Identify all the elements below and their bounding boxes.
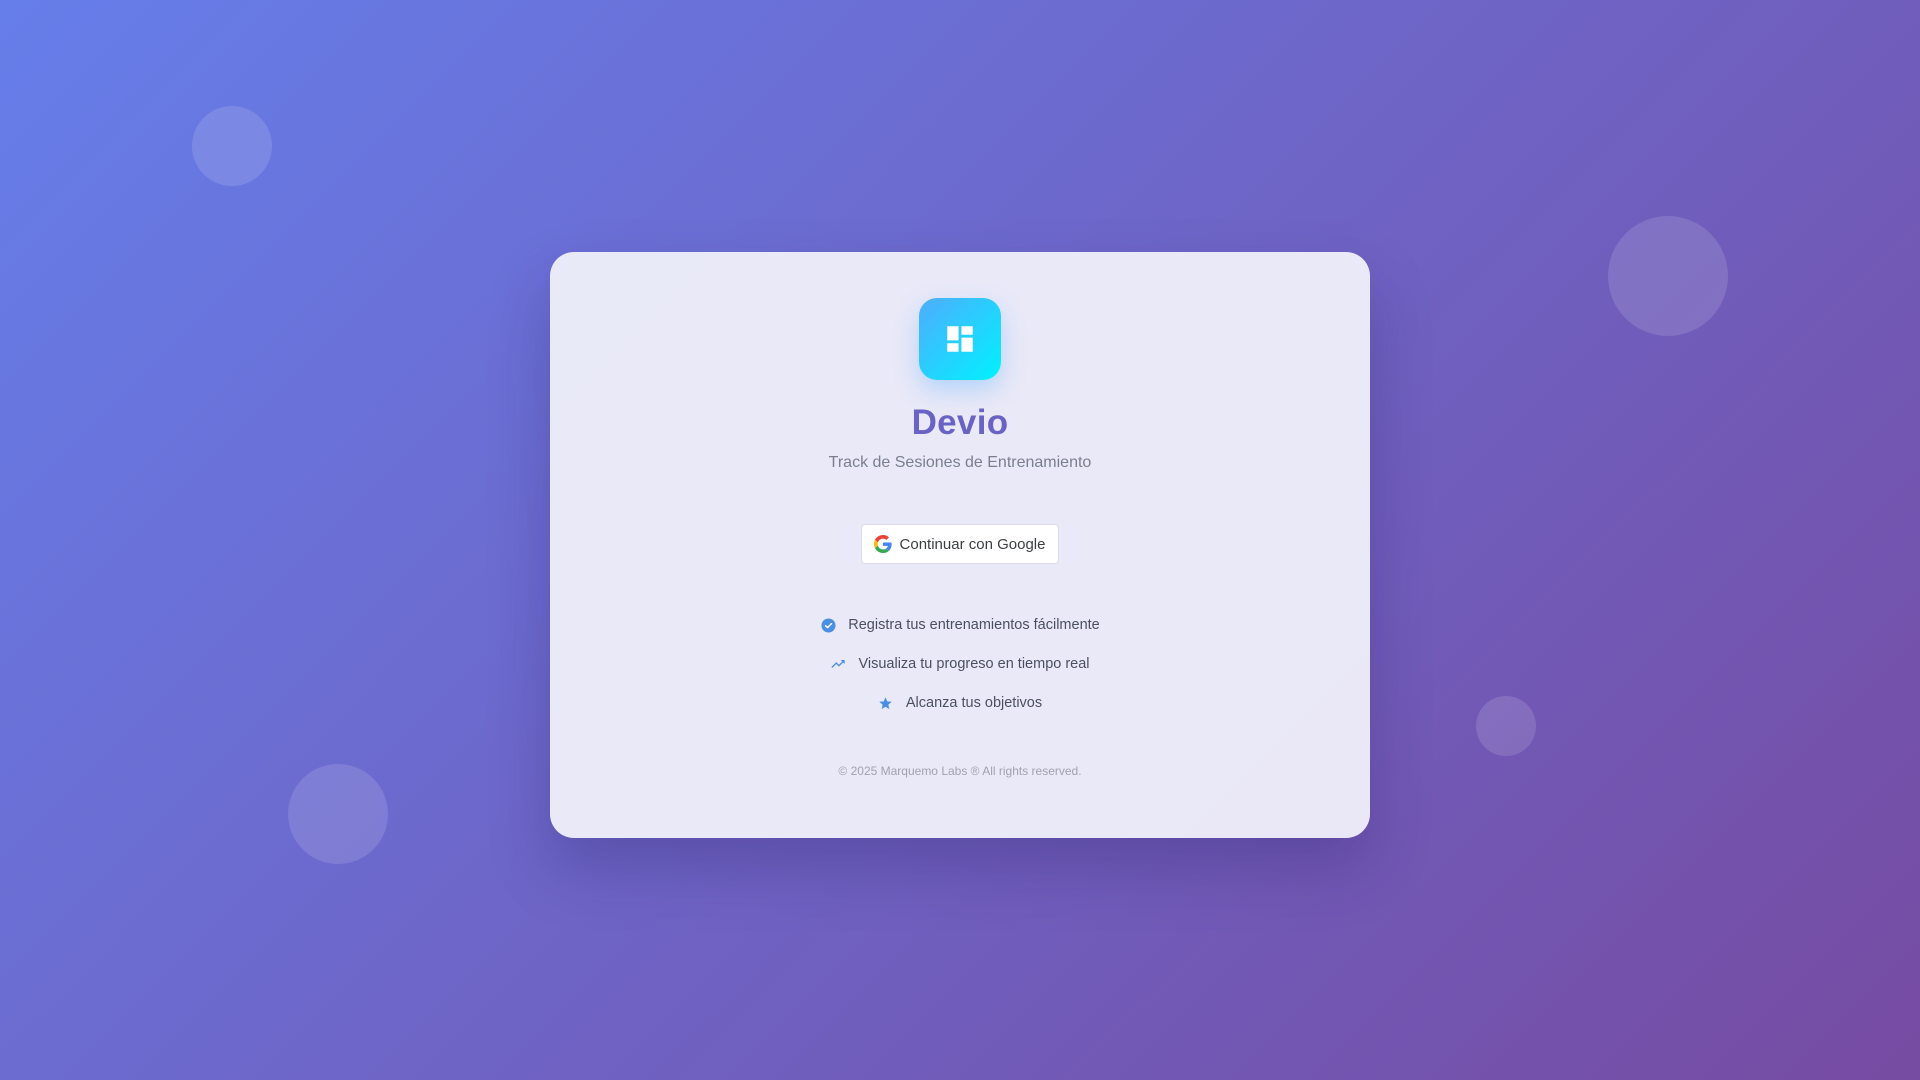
login-card: Devio Track de Sesiones de Entrenamiento… [550,252,1370,838]
decorative-bubble [1608,216,1728,336]
app-subtitle: Track de Sesiones de Entrenamiento [828,454,1092,471]
check-circle-icon [820,617,836,633]
copyright-footer: © 2025 Marquemo Labs ® All rights reserv… [838,764,1082,778]
star-icon [878,695,894,711]
feature-text: Visualiza tu progreso en tiempo real [858,656,1090,672]
dashboard-grid-icon [947,326,973,352]
decorative-bubble [1476,696,1536,756]
feature-text: Alcanza tus objetivos [905,695,1043,711]
app-logo [919,298,1001,380]
feature-text: Registra tus entrenamientos fácilmente [848,617,1100,633]
google-g-icon [873,535,892,553]
decorative-bubble [192,106,272,186]
feature-list: Registra tus entrenamientos fácilmente V… [820,614,1100,714]
feature-item: Registra tus entrenamientos fácilmente [820,614,1100,636]
feature-item: Visualiza tu progreso en tiempo real [830,653,1090,675]
trending-up-icon [830,656,846,672]
google-signin-button[interactable]: Continuar con Google [860,524,1060,564]
feature-item: Alcanza tus objetivos [878,692,1042,714]
google-button-label: Continuar con Google [899,535,1046,553]
app-title: Devio [911,403,1009,442]
decorative-bubble [288,764,388,864]
